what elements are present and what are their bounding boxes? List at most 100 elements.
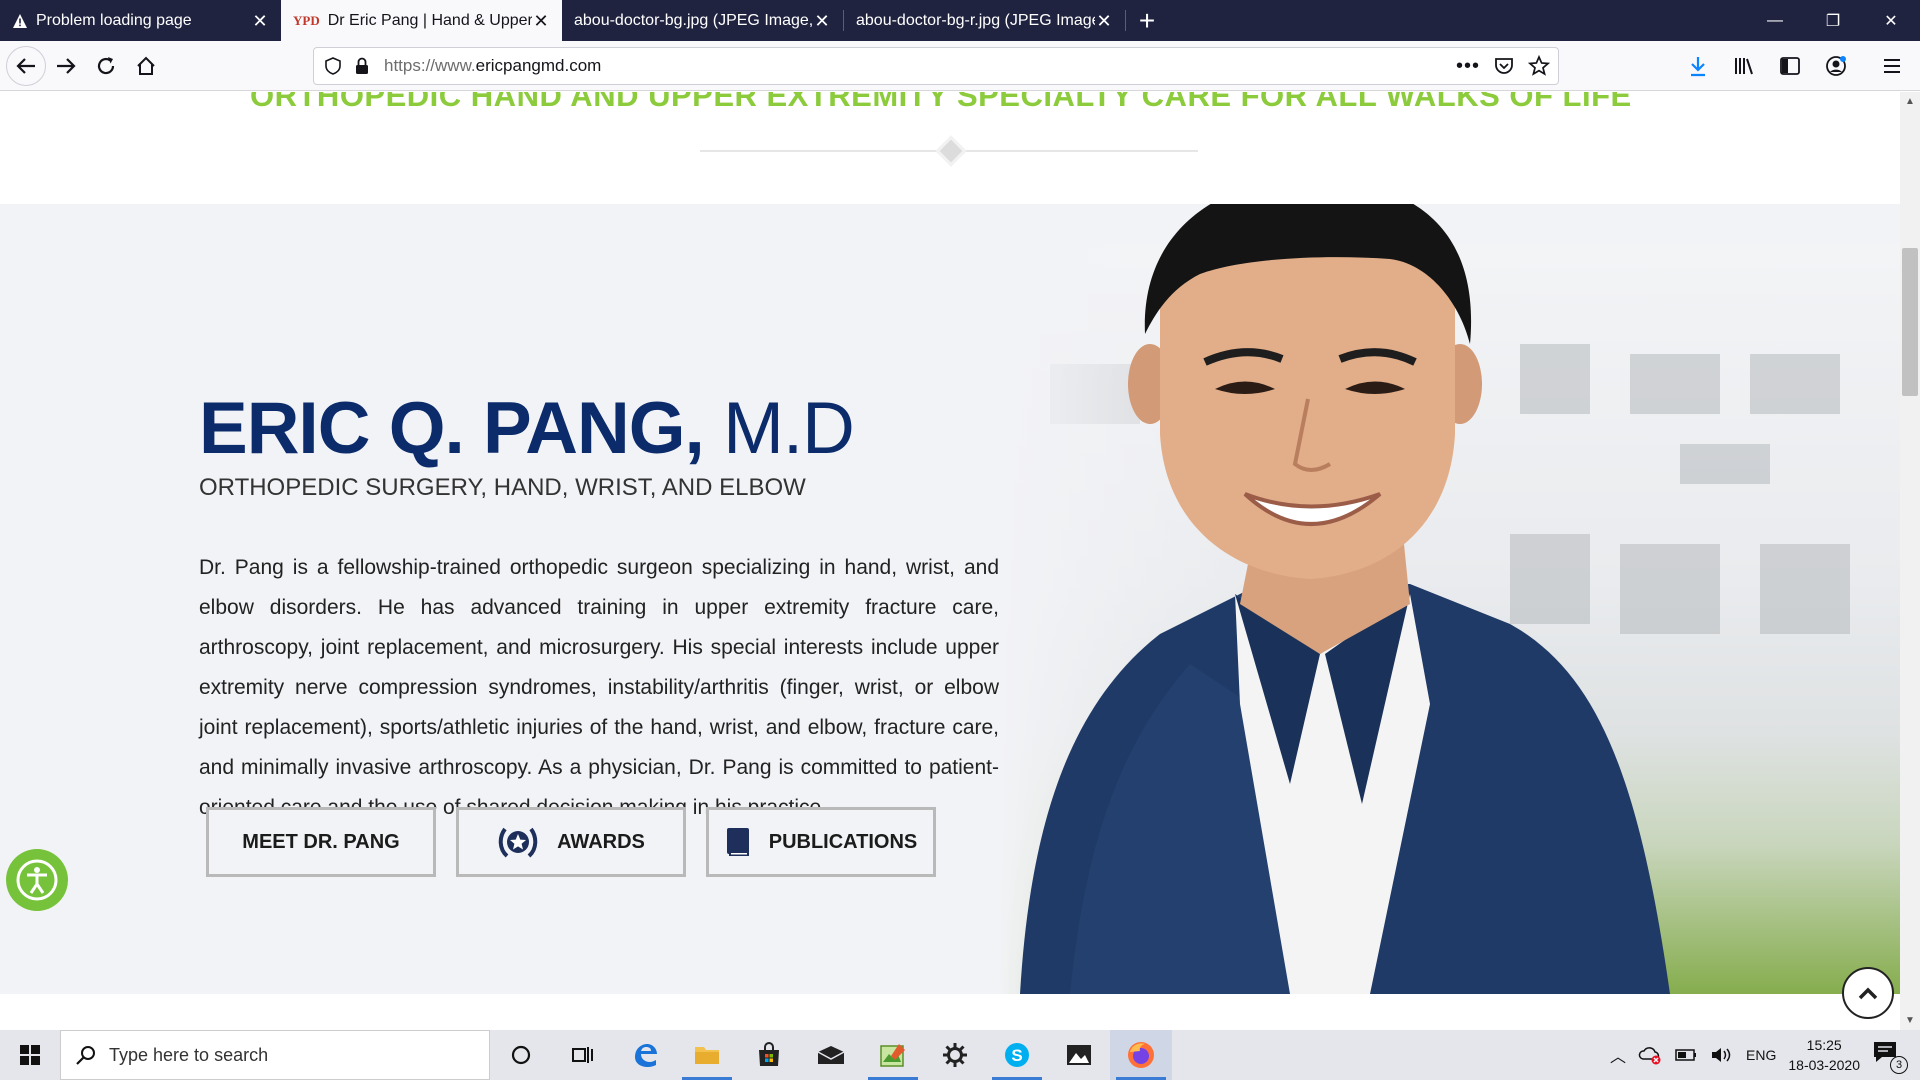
- toolbar-right: [1678, 41, 1920, 91]
- tab-doctor-bg-jpg[interactable]: abou-doctor-bg.jpg (JPEG Image, 1 ✕: [562, 0, 843, 41]
- url-bar[interactable]: https://www.ericpangmd.com •••: [313, 47, 1559, 85]
- back-button[interactable]: [6, 45, 46, 86]
- taskbar-photos[interactable]: [1048, 1030, 1110, 1080]
- tab-title: abou-doctor-bg-r.jpg (JPEG Image,: [856, 11, 1095, 29]
- clock-date: 18-03-2020: [1788, 1057, 1860, 1073]
- download-icon: [1691, 57, 1705, 77]
- back-arrow-icon: [16, 57, 35, 74]
- volume-icon[interactable]: [1710, 1045, 1734, 1065]
- start-button[interactable]: [0, 1030, 60, 1080]
- scroll-down-icon[interactable]: ▼: [1905, 1015, 1915, 1026]
- page-scrollbar[interactable]: ▲ ▼: [1900, 92, 1920, 1030]
- show-hidden-icons-icon[interactable]: ︿: [1610, 1043, 1626, 1067]
- reload-icon: [97, 56, 115, 74]
- input-language[interactable]: ENG: [1746, 1047, 1776, 1063]
- doctor-bio: Dr. Pang is a fellowship-trained orthope…: [199, 556, 999, 819]
- scrollbar-thumb[interactable]: [1902, 248, 1918, 396]
- skype-icon: S: [1005, 1043, 1029, 1067]
- meet-dr-pang-button[interactable]: MEET DR. PANG: [206, 807, 436, 877]
- downloads-button[interactable]: [1678, 46, 1718, 86]
- hamburger-menu-icon: [1884, 59, 1900, 73]
- doctor-portrait-image: [1020, 204, 1670, 994]
- page-actions-icon[interactable]: •••: [1456, 55, 1480, 78]
- action-center-button[interactable]: 3: [1872, 1040, 1908, 1074]
- url-bar-actions: •••: [1456, 48, 1550, 84]
- home-button[interactable]: [126, 46, 166, 86]
- edge-icon: [635, 1044, 657, 1067]
- taskbar-firefox[interactable]: [1110, 1030, 1172, 1080]
- task-view-icon: [572, 1047, 593, 1063]
- tab-problem-loading[interactable]: Problem loading page ✕: [0, 0, 281, 41]
- pocket-icon[interactable]: [1494, 56, 1514, 76]
- taskbar-edge[interactable]: [614, 1030, 676, 1080]
- battery-icon[interactable]: [1674, 1047, 1698, 1063]
- close-tab-icon[interactable]: ✕: [532, 12, 550, 30]
- onedrive-error-icon[interactable]: [1638, 1045, 1662, 1065]
- restore-button[interactable]: ❐: [1804, 0, 1862, 41]
- site-favicon-icon: YPD: [293, 12, 320, 28]
- doctor-name-text: ERIC Q. PANG,: [199, 388, 705, 469]
- account-button[interactable]: [1816, 46, 1856, 86]
- lock-icon[interactable]: [354, 57, 370, 75]
- account-icon: [1826, 56, 1846, 76]
- doctor-suffix: M.D: [703, 388, 855, 469]
- taskbar-store[interactable]: [738, 1030, 800, 1080]
- library-button[interactable]: [1724, 46, 1764, 86]
- sidebar-button[interactable]: [1770, 46, 1810, 86]
- back-to-top-button[interactable]: [1842, 967, 1894, 1019]
- close-window-button[interactable]: ✕: [1862, 0, 1920, 41]
- reload-button[interactable]: [86, 46, 126, 86]
- home-icon: [137, 56, 155, 75]
- awards-button-label: AWARDS: [557, 830, 645, 853]
- menu-button[interactable]: [1872, 46, 1912, 86]
- new-tab-button[interactable]: +: [1126, 0, 1168, 41]
- photos-icon: [1067, 1045, 1091, 1065]
- taskbar-file-explorer[interactable]: [676, 1030, 738, 1080]
- forward-button[interactable]: [46, 46, 86, 86]
- windows-logo-icon: [20, 1045, 40, 1065]
- accessibility-icon: [16, 859, 58, 901]
- taskbar-search-box[interactable]: Type here to search: [60, 1030, 490, 1080]
- url-domain: ericpangmd.com: [475, 56, 602, 75]
- close-tab-icon[interactable]: ✕: [1095, 12, 1113, 30]
- url-prefix: https://www.: [384, 56, 476, 75]
- url-text: https://www.ericpangmd.com: [384, 56, 601, 76]
- gear-icon: [943, 1043, 967, 1067]
- tab-title: Problem loading page: [36, 11, 192, 29]
- tab-doctor-bg-r-jpg[interactable]: abou-doctor-bg-r.jpg (JPEG Image, ✕: [844, 0, 1125, 41]
- warning-icon: [13, 13, 27, 28]
- folder-icon: [695, 1047, 719, 1064]
- window-controls: — ❐ ✕: [1746, 0, 1920, 41]
- close-tab-icon[interactable]: ✕: [813, 12, 831, 30]
- cortana-button[interactable]: [490, 1030, 552, 1080]
- search-icon: [76, 1046, 95, 1065]
- tab-dr-eric-pang[interactable]: YPD Dr Eric Pang | Hand & Upper Ex ✕: [281, 0, 562, 41]
- scroll-up-icon[interactable]: ▲: [1905, 96, 1915, 107]
- browser-tab-bar: Problem loading page ✕ YPD Dr Eric Pang …: [0, 0, 1920, 41]
- publications-button-label: PUBLICATIONS: [768, 830, 918, 853]
- close-tab-icon[interactable]: ✕: [251, 12, 269, 30]
- taskbar-mail[interactable]: [800, 1030, 862, 1080]
- taskbar-skype[interactable]: S: [986, 1030, 1048, 1080]
- mail-icon: [817, 1046, 845, 1064]
- divider-diamond-icon: [935, 135, 967, 167]
- paint-icon: [880, 1044, 905, 1067]
- task-view-button[interactable]: [552, 1030, 614, 1080]
- system-clock[interactable]: 15:25 18-03-2020: [1788, 1035, 1860, 1075]
- tracking-shield-icon[interactable]: [324, 57, 342, 75]
- bookmark-star-icon[interactable]: [1528, 55, 1550, 77]
- accessibility-button[interactable]: [6, 849, 68, 911]
- doctor-specialty: ORTHOPEDIC SURGERY, HAND, WRIST, AND ELB…: [199, 474, 806, 501]
- awards-button[interactable]: AWARDS: [456, 807, 686, 877]
- svg-text:S: S: [1011, 1046, 1022, 1065]
- tab-title: Dr Eric Pang | Hand & Upper Ex: [327, 11, 532, 29]
- tab-title: abou-doctor-bg.jpg (JPEG Image, 1: [574, 11, 813, 29]
- clock-time: 15:25: [1806, 1037, 1842, 1053]
- taskbar-paint[interactable]: [862, 1030, 924, 1080]
- publications-button[interactable]: PUBLICATIONS: [706, 807, 936, 877]
- minimize-button[interactable]: —: [1746, 0, 1804, 41]
- store-bag-icon: [759, 1042, 779, 1066]
- system-tray: ︿ ENG 15:25 18-03-2020 3: [1610, 1030, 1920, 1080]
- taskbar-settings[interactable]: [924, 1030, 986, 1080]
- notification-count-badge: 3: [1890, 1056, 1908, 1074]
